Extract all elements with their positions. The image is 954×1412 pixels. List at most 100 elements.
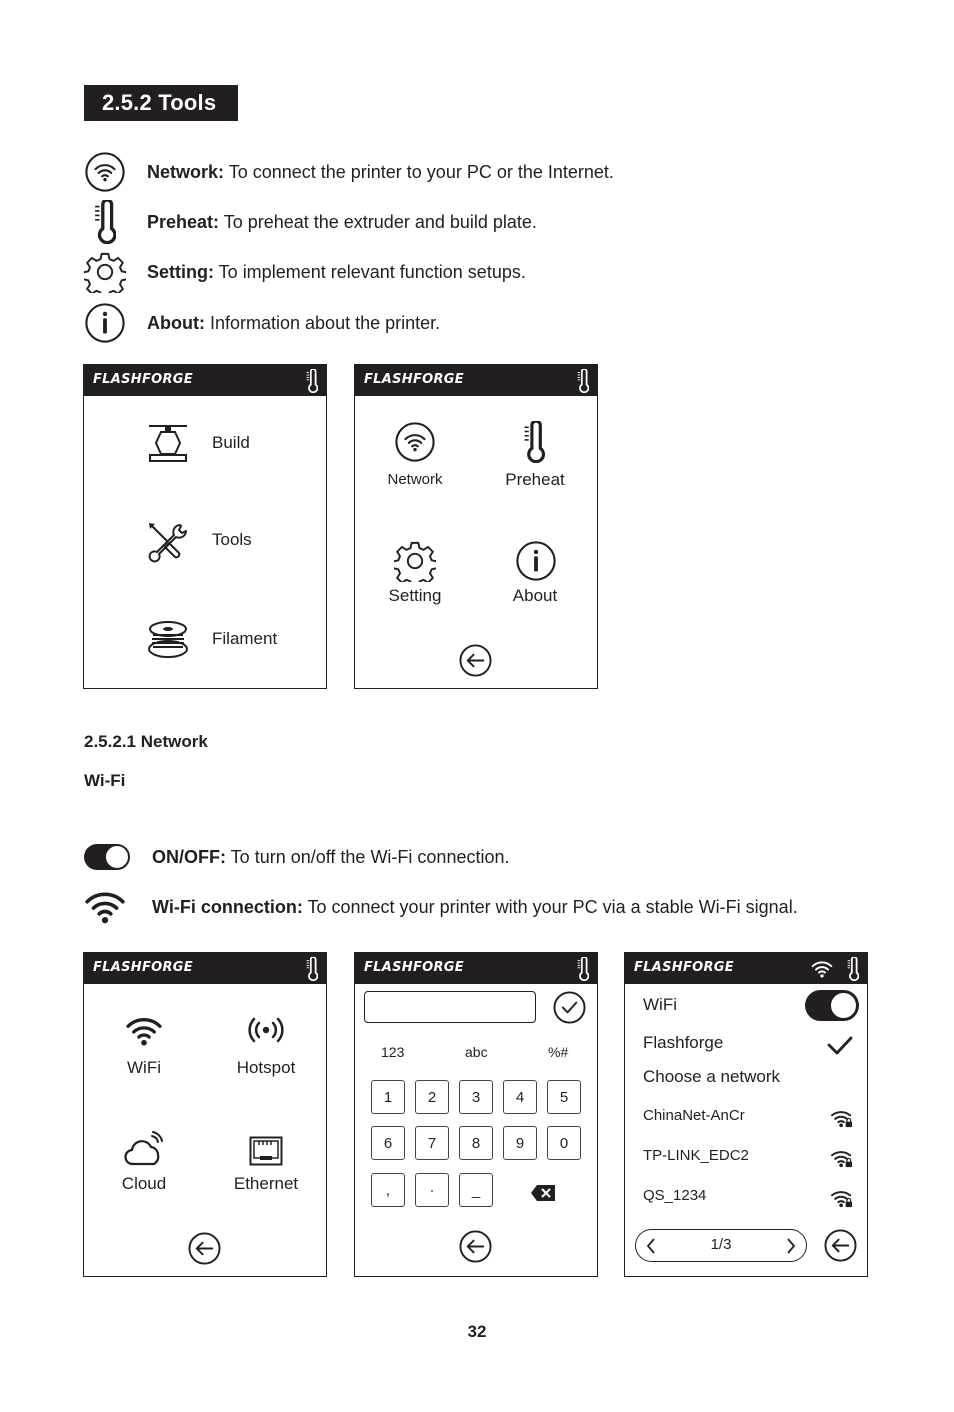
choose-network-label: Choose a network — [643, 1067, 781, 1086]
wifi-icon — [84, 885, 126, 929]
key-5[interactable]: 5 — [547, 1080, 581, 1114]
wifi-circle-icon — [394, 421, 436, 463]
wifi-icon — [125, 1016, 163, 1046]
gear-icon — [84, 250, 126, 294]
tool-label: About — [512, 586, 558, 605]
prev-page-button[interactable] — [646, 1237, 656, 1255]
tab-letters[interactable]: abc — [465, 1044, 488, 1060]
network-name: Flashforge — [643, 1033, 724, 1052]
screen-network-menu: FLASHFORGE WiFi Hotspot Cloud Ethernet — [83, 952, 327, 1277]
network-name: QS_1234 — [643, 1187, 707, 1204]
key-1[interactable]: 1 — [371, 1080, 405, 1114]
info-icon — [515, 540, 557, 582]
key-comma[interactable]: , — [371, 1173, 405, 1207]
key-7[interactable]: 7 — [415, 1126, 449, 1160]
backspace-icon[interactable] — [531, 1185, 555, 1201]
page-number: 32 — [467, 1322, 487, 1341]
build-icon — [149, 425, 187, 462]
wifi-label: WiFi — [643, 995, 677, 1014]
screen-header: FLASHFORGE — [84, 953, 326, 984]
network-name: TP-LINK_EDC2 — [643, 1147, 749, 1164]
brand-logo: FLASHFORGE — [364, 960, 464, 975]
key-underscore[interactable]: _ — [459, 1173, 493, 1207]
thermometer-icon[interactable] — [577, 957, 589, 981]
gear-icon — [394, 540, 436, 582]
back-button[interactable] — [188, 1232, 221, 1265]
desc-setting: Setting: To implement relevant function … — [84, 250, 526, 294]
screen-main-menu: FLASHFORGE Build Tools Filament — [83, 364, 327, 689]
network-label: WiFi — [127, 1058, 161, 1077]
network-label: Hotspot — [236, 1058, 296, 1077]
desc-body: To preheat the extruder and build plate. — [219, 211, 537, 232]
desc-label: About: — [147, 312, 205, 333]
confirm-button[interactable] — [553, 991, 586, 1024]
info-icon — [84, 301, 126, 345]
key-0[interactable]: 0 — [547, 1126, 581, 1160]
desc-label: ON/OFF: — [152, 846, 226, 867]
toggle-icon — [84, 844, 130, 870]
menu-label: Tools — [212, 530, 252, 549]
thermometer-icon — [523, 421, 545, 463]
back-button[interactable] — [459, 1230, 492, 1263]
tab-symbols[interactable]: %# — [548, 1044, 568, 1060]
back-button[interactable] — [459, 644, 492, 677]
filament-icon — [148, 621, 188, 658]
thermometer-icon[interactable] — [847, 957, 859, 981]
network-label: Ethernet — [233, 1174, 299, 1193]
desc-body: Information about the printer. — [204, 312, 441, 333]
tool-label: Network — [387, 471, 443, 488]
wifi-lock-icon — [830, 1148, 854, 1168]
key-9[interactable]: 9 — [503, 1126, 537, 1160]
desc-label: Network: — [147, 161, 225, 182]
screen-header: FLASHFORGE — [84, 365, 326, 396]
desc-label: Wi-Fi connection: — [152, 896, 303, 917]
tool-label: Preheat — [505, 470, 565, 489]
toggle-knob — [830, 992, 857, 1019]
screen-header: FLASHFORGE — [625, 953, 867, 984]
thermometer-icon[interactable] — [306, 369, 318, 393]
key-8[interactable]: 8 — [459, 1126, 493, 1160]
tool-label: Setting — [388, 586, 442, 605]
password-input[interactable] — [364, 991, 536, 1023]
desc-network: Network: To connect the printer to your … — [84, 150, 614, 194]
brand-logo: FLASHFORGE — [93, 960, 193, 975]
back-button[interactable] — [824, 1229, 857, 1262]
wifi-circle-icon — [84, 150, 126, 194]
key-6[interactable]: 6 — [371, 1126, 405, 1160]
thermometer-icon[interactable] — [577, 369, 589, 393]
screen-wifi-list: FLASHFORGE WiFi Flashforge Choose a netw… — [624, 952, 868, 1277]
screen-header: FLASHFORGE — [355, 953, 597, 984]
desc-onoff: ON/OFF: To turn on/off the Wi-Fi connect… — [84, 835, 509, 879]
next-page-button[interactable] — [786, 1237, 796, 1255]
desc-preheat: Preheat: To preheat the extruder and bui… — [84, 200, 537, 244]
subsection-title: 2.5.2.1 Network — [84, 732, 208, 751]
desc-body: To connect the printer to your PC or the… — [224, 161, 614, 182]
menu-label: Filament — [212, 629, 278, 648]
wifi-toggle[interactable] — [805, 990, 859, 1021]
wifi-status-icon — [811, 960, 833, 978]
network-label: Cloud — [121, 1174, 167, 1193]
desc-about: About: Information about the printer. — [84, 301, 440, 345]
page-indicator: 1/3 — [710, 1236, 732, 1253]
key-4[interactable]: 4 — [503, 1080, 537, 1114]
hotspot-icon — [248, 1017, 284, 1043]
thermometer-icon[interactable] — [306, 957, 318, 981]
thermometer-icon — [84, 200, 126, 244]
menu-label: Build — [212, 433, 250, 452]
cloud-icon — [124, 1131, 163, 1166]
tab-numbers[interactable]: 123 — [381, 1044, 404, 1060]
brand-logo: FLASHFORGE — [93, 372, 193, 387]
desc-label: Setting: — [147, 261, 214, 282]
brand-logo: FLASHFORGE — [634, 960, 734, 975]
screen-keyboard: FLASHFORGE 123 abc %# 1 2 3 4 5 6 7 8 9 … — [354, 952, 598, 1277]
ethernet-icon — [249, 1136, 283, 1166]
key-3[interactable]: 3 — [459, 1080, 493, 1114]
desc-body: To turn on/off the Wi-Fi connection. — [226, 846, 510, 867]
key-2[interactable]: 2 — [415, 1080, 449, 1114]
wifi-lock-icon — [830, 1108, 854, 1128]
subsection-subtitle: Wi-Fi — [84, 771, 126, 790]
desc-body: To implement relevant function setups. — [214, 261, 526, 282]
screen-header: FLASHFORGE — [355, 365, 597, 396]
screen-tools-menu: FLASHFORGE Network Preheat Setting About — [354, 364, 598, 689]
key-dot[interactable]: · — [415, 1173, 449, 1207]
